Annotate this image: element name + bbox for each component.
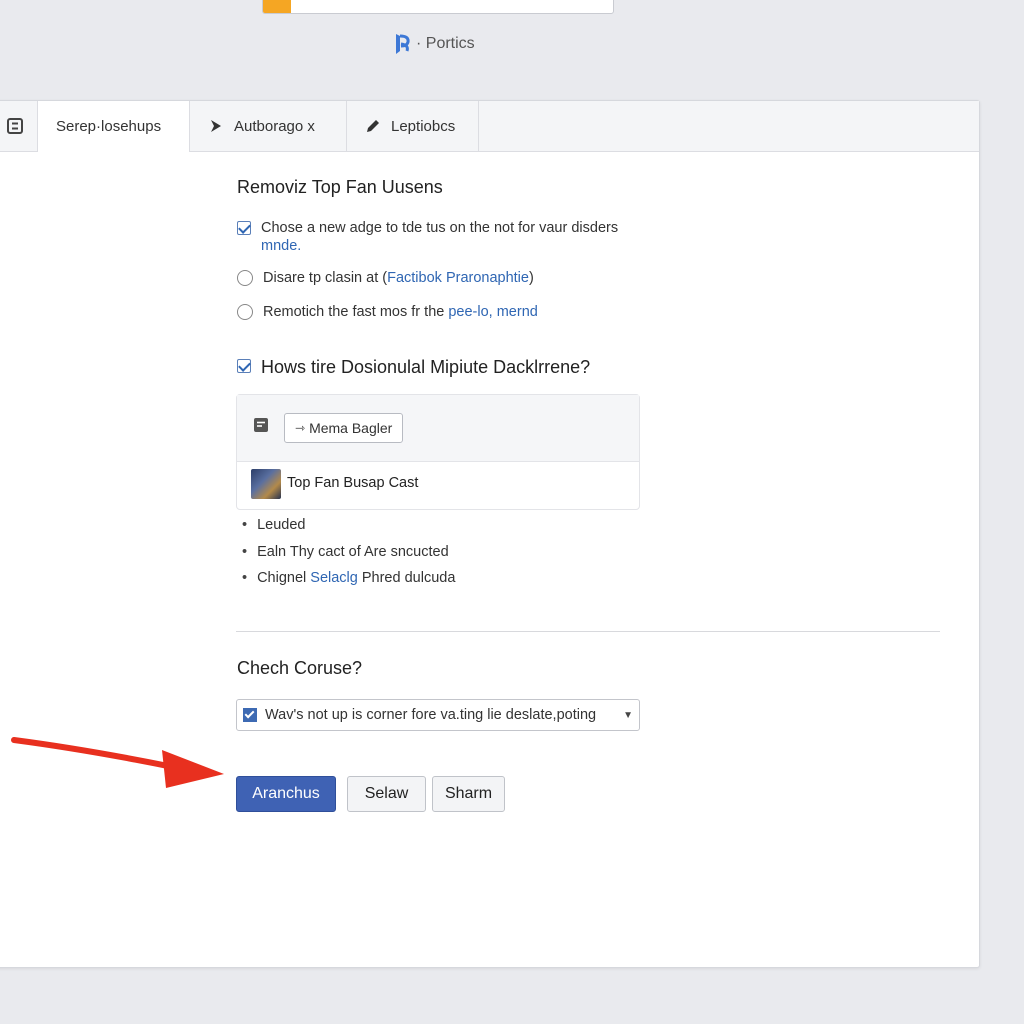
aranchus-button[interactable]: Aranchus [236, 776, 336, 812]
sharm-button[interactable]: Sharm [432, 776, 505, 812]
button-label: Mema Bagler [309, 420, 393, 436]
thumbnail-image [251, 469, 281, 499]
course-select[interactable]: Wav's not up is corner fore va.ting lie … [236, 699, 640, 731]
search-accent [263, 0, 291, 13]
bullet-list: Leuded Ealn Thy cact of Are sncucted Chi… [242, 512, 455, 592]
tab-label: Serep·losehups [56, 118, 162, 135]
brand-logo-icon [394, 33, 410, 55]
checkbox[interactable] [237, 221, 251, 235]
option-link[interactable]: pee-lo, mernd [448, 304, 537, 320]
tab-menu[interactable] [0, 101, 38, 151]
section-divider [236, 631, 940, 632]
arrow-right-icon [208, 118, 224, 134]
checkbox[interactable] [237, 359, 251, 373]
option-radio-2[interactable]: Remotich the fast mos fr the pee-lo, mer… [237, 303, 538, 321]
option-label: Disare tp clasin at ( [263, 270, 388, 286]
search-bar[interactable] [262, 0, 614, 14]
pencil-icon [365, 118, 381, 134]
media-card: ⇾ Mema Bagler Top Fan Busap Cast [236, 394, 640, 510]
list-item: Chignel Selaclg Phred dulcuda [242, 565, 455, 592]
tab-leptiobcs[interactable]: Leptiobcs [347, 101, 479, 151]
radio-button[interactable] [237, 304, 253, 320]
tab-autborago[interactable]: Autborago x [190, 101, 347, 151]
list-item-suffix: Phred dulcuda [357, 570, 456, 587]
drag-arrow-icon: ⇾ [295, 421, 306, 435]
option-text: Remotich the fast mos fr the pee-lo, mer… [263, 303, 538, 321]
card-header: ⇾ Mema Bagler [237, 395, 639, 462]
option-suffix: ) [528, 270, 534, 286]
option-text: Disare tp clasin at (Factibok Praronapht… [263, 269, 534, 287]
checkbox-icon [243, 708, 257, 722]
list-item-text: Chignel [257, 570, 307, 587]
tab-label: Leptiobcs [391, 117, 456, 135]
brand-label: · Portics [416, 35, 475, 52]
card-row-title[interactable]: Top Fan Busap Cast [287, 475, 418, 491]
list-item-text: Leuded [257, 517, 306, 534]
option-label: Remotich the fast mos fr the [263, 304, 449, 320]
list-item: Leuded [242, 512, 455, 539]
option-link[interactable]: mnde. [261, 238, 301, 254]
brand: · Portics [394, 32, 475, 56]
tab-serep-losehups[interactable]: Serep·losehups [38, 101, 190, 152]
option-radio-1[interactable]: Disare tp clasin at (Factibok Praronapht… [237, 269, 534, 287]
list-item: Ealn Thy cact of Are sncucted [242, 539, 455, 566]
menu-icon [7, 118, 23, 134]
section3-title: Chech Coruse? [237, 658, 363, 678]
option-link[interactable]: Factibok Praronaphtie [387, 270, 529, 286]
section2-title: Hows tire Dosionulal Mipiute Dacklrrene? [261, 357, 591, 377]
document-icon [253, 417, 269, 438]
option-text: Chose a new adge to tde tus on the not f… [261, 219, 618, 255]
section1-title: Removiz Top Fan Uusens [237, 177, 443, 197]
red-arrow-icon [11, 737, 224, 788]
list-item-link[interactable]: Selaclg [310, 570, 358, 586]
mema-bagler-button[interactable]: ⇾ Mema Bagler [284, 413, 404, 443]
select-value: Wav's not up is corner fore va.ting lie … [265, 707, 597, 723]
chevron-down-icon: ▼ [623, 709, 633, 721]
tab-label: Autborago x [234, 117, 315, 135]
selaw-button[interactable]: Selaw [347, 776, 426, 812]
option-label: Chose a new adge to tde tus on the not f… [261, 220, 619, 236]
list-item-text: Ealn Thy cact of Are sncucted [257, 543, 449, 560]
section2-heading[interactable]: Hows tire Dosionulal Mipiute Dacklrrene? [237, 357, 590, 377]
radio-button[interactable] [237, 270, 253, 286]
tab-bar: Serep·losehups Autborago x Leptiobcs [0, 101, 979, 152]
option-checkbox-1[interactable]: Chose a new adge to tde tus on the not f… [237, 219, 647, 255]
